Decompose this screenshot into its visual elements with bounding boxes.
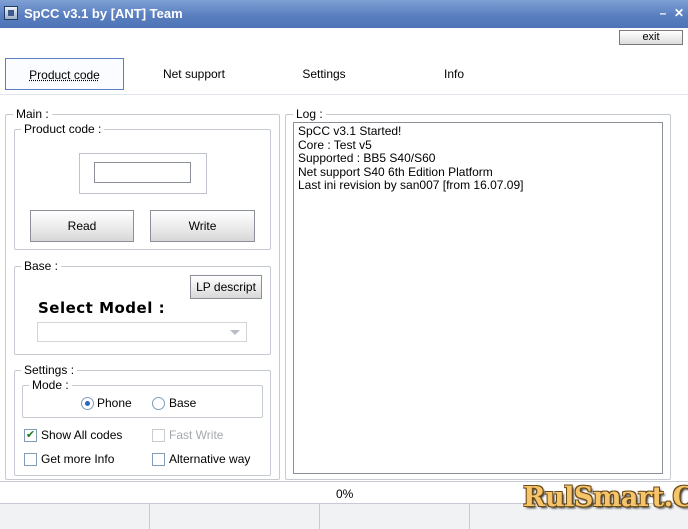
tab-settings[interactable]: Settings — [264, 58, 384, 90]
tab-label: Product code — [29, 68, 100, 82]
app-window: SpCC v3.1 by [ANT] Team – ✕ exit Product… — [0, 0, 688, 529]
alternative-way-checkbox[interactable] — [152, 453, 165, 466]
model-combobox[interactable] — [37, 322, 247, 342]
tab-label: Settings — [302, 67, 346, 81]
log-line: Last ini revision by san007 [from 16.07.… — [298, 178, 524, 192]
status-cell — [0, 504, 150, 529]
log-textarea[interactable]: SpCC v3.1 Started! Core : Test v5 Suppor… — [293, 122, 663, 474]
product-code-input[interactable] — [94, 162, 191, 183]
tab-info[interactable]: Info — [394, 58, 514, 90]
status-cell — [320, 504, 470, 529]
mode-phone-radio[interactable] — [81, 397, 94, 410]
minimize-icon[interactable]: – — [656, 6, 670, 20]
mode-phone-label[interactable]: Phone — [97, 396, 132, 410]
select-model-label: Select Model : — [38, 299, 166, 317]
get-more-info-checkbox[interactable] — [24, 453, 37, 466]
base-group-label: Base : — [21, 260, 62, 273]
read-button[interactable]: Read — [30, 210, 134, 242]
app-icon — [4, 6, 18, 20]
product-code-group-label: Product code : — [21, 123, 105, 136]
mode-base-radio[interactable] — [152, 397, 165, 410]
show-all-codes-label[interactable]: Show All codes — [41, 428, 122, 442]
fast-write-checkbox — [152, 429, 165, 442]
tab-label: Info — [443, 67, 464, 81]
lp-descript-button[interactable]: LP descript — [190, 275, 262, 299]
tab-product-code[interactable]: Product code — [5, 58, 124, 90]
status-cell — [150, 504, 320, 529]
tab-label: Net support — [162, 67, 226, 81]
alternative-way-label[interactable]: Alternative way — [169, 452, 250, 466]
exit-button[interactable]: exit — [619, 30, 683, 45]
progress-text: 0% — [336, 487, 354, 501]
write-button[interactable]: Write — [150, 210, 255, 242]
settings-group-label: Settings : — [21, 364, 78, 377]
window-title: SpCC v3.1 by [ANT] Team — [24, 6, 183, 21]
log-group-label: Log : — [293, 108, 326, 121]
get-more-info-label[interactable]: Get more Info — [41, 452, 114, 466]
title-bar[interactable]: SpCC v3.1 by [ANT] Team – ✕ — [0, 0, 688, 28]
mode-group-label: Mode : — [29, 379, 72, 392]
fast-write-label: Fast Write — [169, 428, 224, 442]
main-group-label: Main : — [13, 108, 52, 121]
mode-base-label[interactable]: Base — [169, 396, 196, 410]
log-line: Core : Test v5 — [298, 137, 372, 152]
log-line: SpCC v3.1 Started! — [298, 124, 402, 138]
close-icon[interactable]: ✕ — [672, 6, 686, 20]
show-all-codes-checkbox[interactable]: ✔ — [24, 429, 37, 442]
tab-separator — [0, 94, 688, 95]
log-line: Net support S40 6th Edition Platform — [298, 164, 493, 179]
tab-net-support[interactable]: Net support — [134, 58, 254, 90]
watermark-logo: RulSmart.Com — [523, 482, 688, 513]
log-line: Supported : BB5 S40/S60 — [298, 151, 436, 165]
chevron-down-icon[interactable] — [230, 330, 240, 335]
